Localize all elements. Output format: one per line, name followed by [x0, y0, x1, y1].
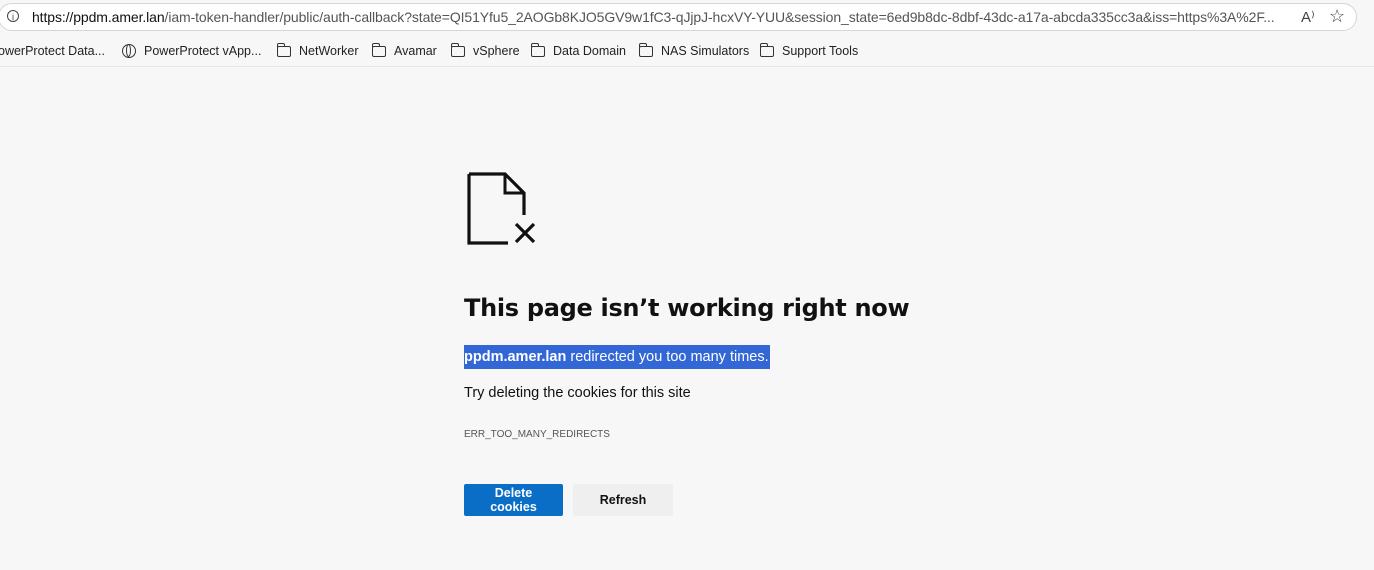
url-text[interactable]: https://ppdm.amer.lan/iam-token-handler/…: [32, 9, 1275, 25]
folder-icon: [451, 42, 465, 57]
error-hint: Try deleting the cookies for this site: [464, 385, 691, 401]
folder-icon: [760, 42, 774, 57]
bookmark-powerprotect-data[interactable]: owerProtect Data...: [0, 42, 105, 60]
folder-icon: [531, 42, 545, 57]
bookmark-data-domain[interactable]: Data Domain: [531, 42, 626, 60]
bookmark-avamar[interactable]: Avamar: [372, 42, 437, 60]
bookmark-nas-simulators[interactable]: NAS Simulators: [639, 42, 749, 60]
error-message: ppdm.amer.lan redirected you too many ti…: [464, 345, 770, 369]
folder-icon: [277, 42, 291, 57]
error-code: ERR_TOO_MANY_REDIRECTS: [464, 429, 610, 440]
bookmark-networker[interactable]: NetWorker: [277, 42, 359, 60]
read-aloud-icon[interactable]: A⁾: [1301, 8, 1315, 26]
folder-icon: [639, 42, 653, 57]
bookmark-powerprotect-vapp[interactable]: PowerProtect vApp...: [122, 42, 261, 60]
bookmark-support-tools[interactable]: Support Tools: [760, 42, 858, 60]
broken-file-icon: [467, 172, 536, 245]
bookmark-vsphere[interactable]: vSphere: [451, 42, 520, 60]
site-info-icon[interactable]: i: [7, 10, 19, 22]
error-title: This page isn’t working right now: [464, 294, 910, 322]
address-bar[interactable]: i https://ppdm.amer.lan/iam-token-handle…: [0, 3, 1357, 31]
folder-icon: [372, 42, 386, 57]
delete-cookies-button[interactable]: Delete cookies: [464, 484, 563, 516]
refresh-button[interactable]: Refresh: [573, 484, 673, 516]
globe-icon: [122, 44, 136, 58]
toolbar-divider: [0, 66, 1374, 67]
favorite-star-icon[interactable]: ☆: [1329, 6, 1345, 27]
